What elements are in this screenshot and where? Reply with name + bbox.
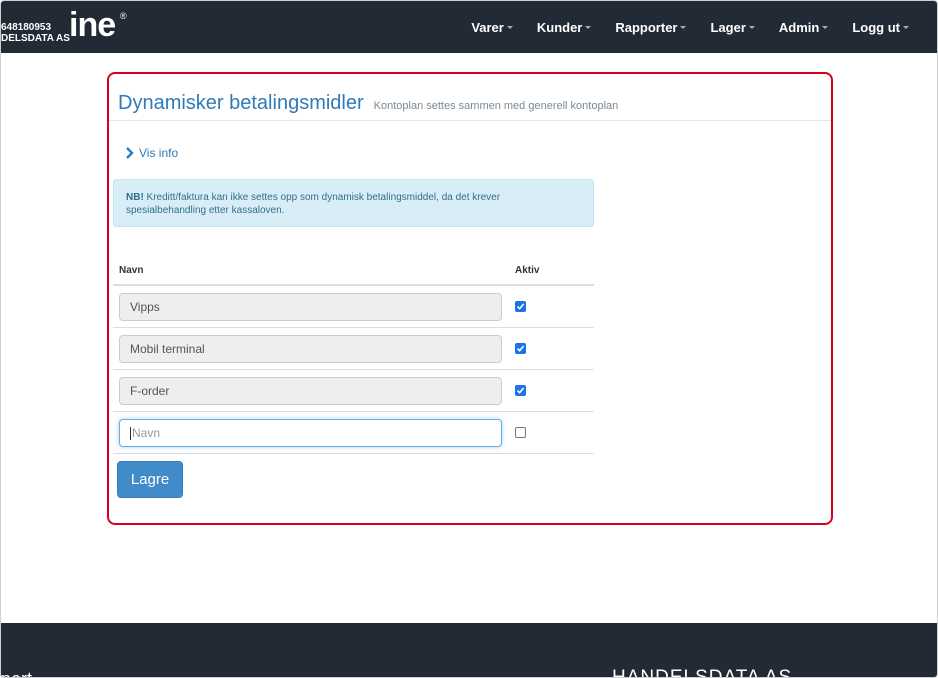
org-name: DELSDATA AS xyxy=(1,33,70,44)
company-info: 648180953 DELSDATA AS xyxy=(1,22,70,44)
caret-down-icon xyxy=(903,25,909,29)
nav-admin-label: Admin xyxy=(778,19,820,35)
new-name-input[interactable]: Navn xyxy=(119,419,502,447)
nav-rapporter-label: Rapporter xyxy=(615,19,678,35)
table-row: Mobil terminal xyxy=(113,328,594,370)
table-row-new: Navn xyxy=(113,412,594,454)
save-button[interactable]: Lagre xyxy=(117,461,183,498)
column-header-name: Navn xyxy=(119,265,144,276)
nav-varer-label: Varer xyxy=(471,19,504,35)
payment-methods-table: Navn Aktiv Vipps Mobil terminal F-order xyxy=(113,254,594,454)
new-active-checkbox[interactable] xyxy=(515,427,526,438)
caret-down-icon xyxy=(585,25,592,29)
text-cursor xyxy=(130,427,131,441)
panel-header: Dynamisker betalingsmidler Kontoplan set… xyxy=(118,92,618,115)
app-window: 648180953 DELSDATA AS ine ® Varer Kunder… xyxy=(0,0,938,678)
active-checkbox[interactable] xyxy=(515,385,526,396)
top-navbar: 648180953 DELSDATA AS ine ® Varer Kunder… xyxy=(1,1,937,53)
chevron-right-icon xyxy=(126,147,134,159)
caret-down-icon xyxy=(506,25,513,29)
nav-logg-ut[interactable]: Logg ut xyxy=(852,20,909,35)
caret-down-icon xyxy=(822,25,829,29)
footer-company-name: HANDELSDATA AS xyxy=(612,667,793,678)
table-row: Vipps xyxy=(113,286,594,328)
new-name-placeholder: Navn xyxy=(132,426,161,440)
vis-info-label: Vis info xyxy=(139,146,179,160)
active-checkbox[interactable] xyxy=(515,301,526,312)
nav-kunder[interactable]: Kunder xyxy=(537,20,592,35)
nav-varer[interactable]: Varer xyxy=(471,20,513,35)
nav-kunder-label: Kunder xyxy=(536,19,583,35)
nav-rapporter[interactable]: Rapporter xyxy=(615,19,687,35)
checkmark-icon xyxy=(516,345,525,352)
checkmark-icon xyxy=(516,303,525,310)
brand-logo[interactable]: ine xyxy=(69,7,116,43)
nav-logg-ut-label: Logg ut xyxy=(852,19,900,35)
active-checkbox[interactable] xyxy=(515,343,526,354)
table-header: Navn Aktiv xyxy=(113,254,594,286)
header-divider xyxy=(109,120,831,121)
table-row: F-order xyxy=(113,370,594,412)
page-footer: port HANDELSDATA AS xyxy=(1,623,937,678)
name-input[interactable]: Vipps xyxy=(119,293,502,321)
nav-lager-label: Lager xyxy=(710,19,746,35)
page-subtitle: Kontoplan settes sammen med generell kon… xyxy=(373,100,619,112)
page-title: Dynamisker betalingsmidler xyxy=(118,92,364,114)
checkmark-icon xyxy=(516,387,525,394)
column-header-active: Aktiv xyxy=(515,265,540,276)
nav-lager[interactable]: Lager xyxy=(710,19,755,35)
footer-left-text: port xyxy=(1,669,32,677)
caret-down-icon xyxy=(748,25,755,29)
vis-info-toggle[interactable]: Vis info xyxy=(125,146,178,160)
registered-mark: ® xyxy=(120,11,127,21)
nav-admin[interactable]: Admin xyxy=(778,19,829,35)
alert-text: Kreditt/faktura kan ikke settes opp som … xyxy=(126,192,501,216)
info-alert: NB! Kreditt/faktura kan ikke settes opp … xyxy=(113,179,594,227)
payment-methods-panel: Dynamisker betalingsmidler Kontoplan set… xyxy=(107,72,833,525)
alert-strong: NB! xyxy=(126,192,144,203)
name-input[interactable]: F-order xyxy=(119,377,502,405)
caret-down-icon xyxy=(680,25,687,29)
name-input[interactable]: Mobil terminal xyxy=(119,335,502,363)
main-nav: Varer Kunder Rapporter Lager Admin Logg … xyxy=(447,1,909,53)
org-number: 648180953 xyxy=(1,22,52,33)
